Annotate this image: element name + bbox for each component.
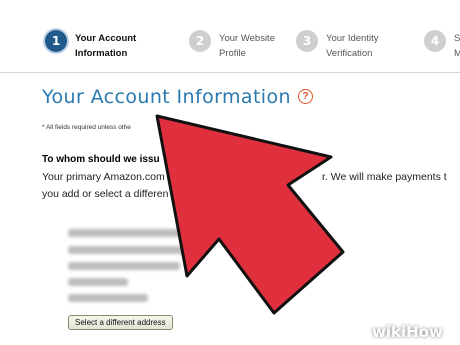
registration-steps: 1 Your Account Information 2 Your Website… <box>0 0 460 73</box>
select-different-address-button[interactable]: Select a different address <box>68 315 173 330</box>
step-label: Your Account Information <box>75 33 137 59</box>
blurred-address-line <box>68 262 180 270</box>
blurred-address-line <box>68 294 148 302</box>
address-question: To whom should we issu <box>42 154 160 165</box>
step-number-badge: 4 <box>424 30 446 52</box>
page-title: Your Account Information <box>42 86 291 108</box>
step-number-badge: 1 <box>45 30 67 52</box>
step-label: Your Identity Verification <box>326 33 379 59</box>
step-number-badge: 2 <box>189 30 211 52</box>
address-description-line1: Your primary Amazon.com <box>42 171 165 183</box>
required-fields-note: * All fields required unless othe <box>42 124 131 131</box>
address-description-line1-end: r. We will make payments t <box>322 171 447 183</box>
blurred-address-line <box>68 278 128 286</box>
step-number-badge: 3 <box>296 30 318 52</box>
blurred-address-line <box>68 229 208 237</box>
address-description-line2: you add or select a differen <box>42 188 169 200</box>
blurred-address-line <box>68 246 188 254</box>
step-label: Your Website Profile <box>219 33 275 59</box>
seller-registration-page: 1 Your Account Information 2 Your Website… <box>0 0 460 345</box>
step-label: SM <box>454 33 460 59</box>
help-icon[interactable]: ? <box>298 89 313 104</box>
wikihow-watermark: wikiHow <box>372 323 443 341</box>
